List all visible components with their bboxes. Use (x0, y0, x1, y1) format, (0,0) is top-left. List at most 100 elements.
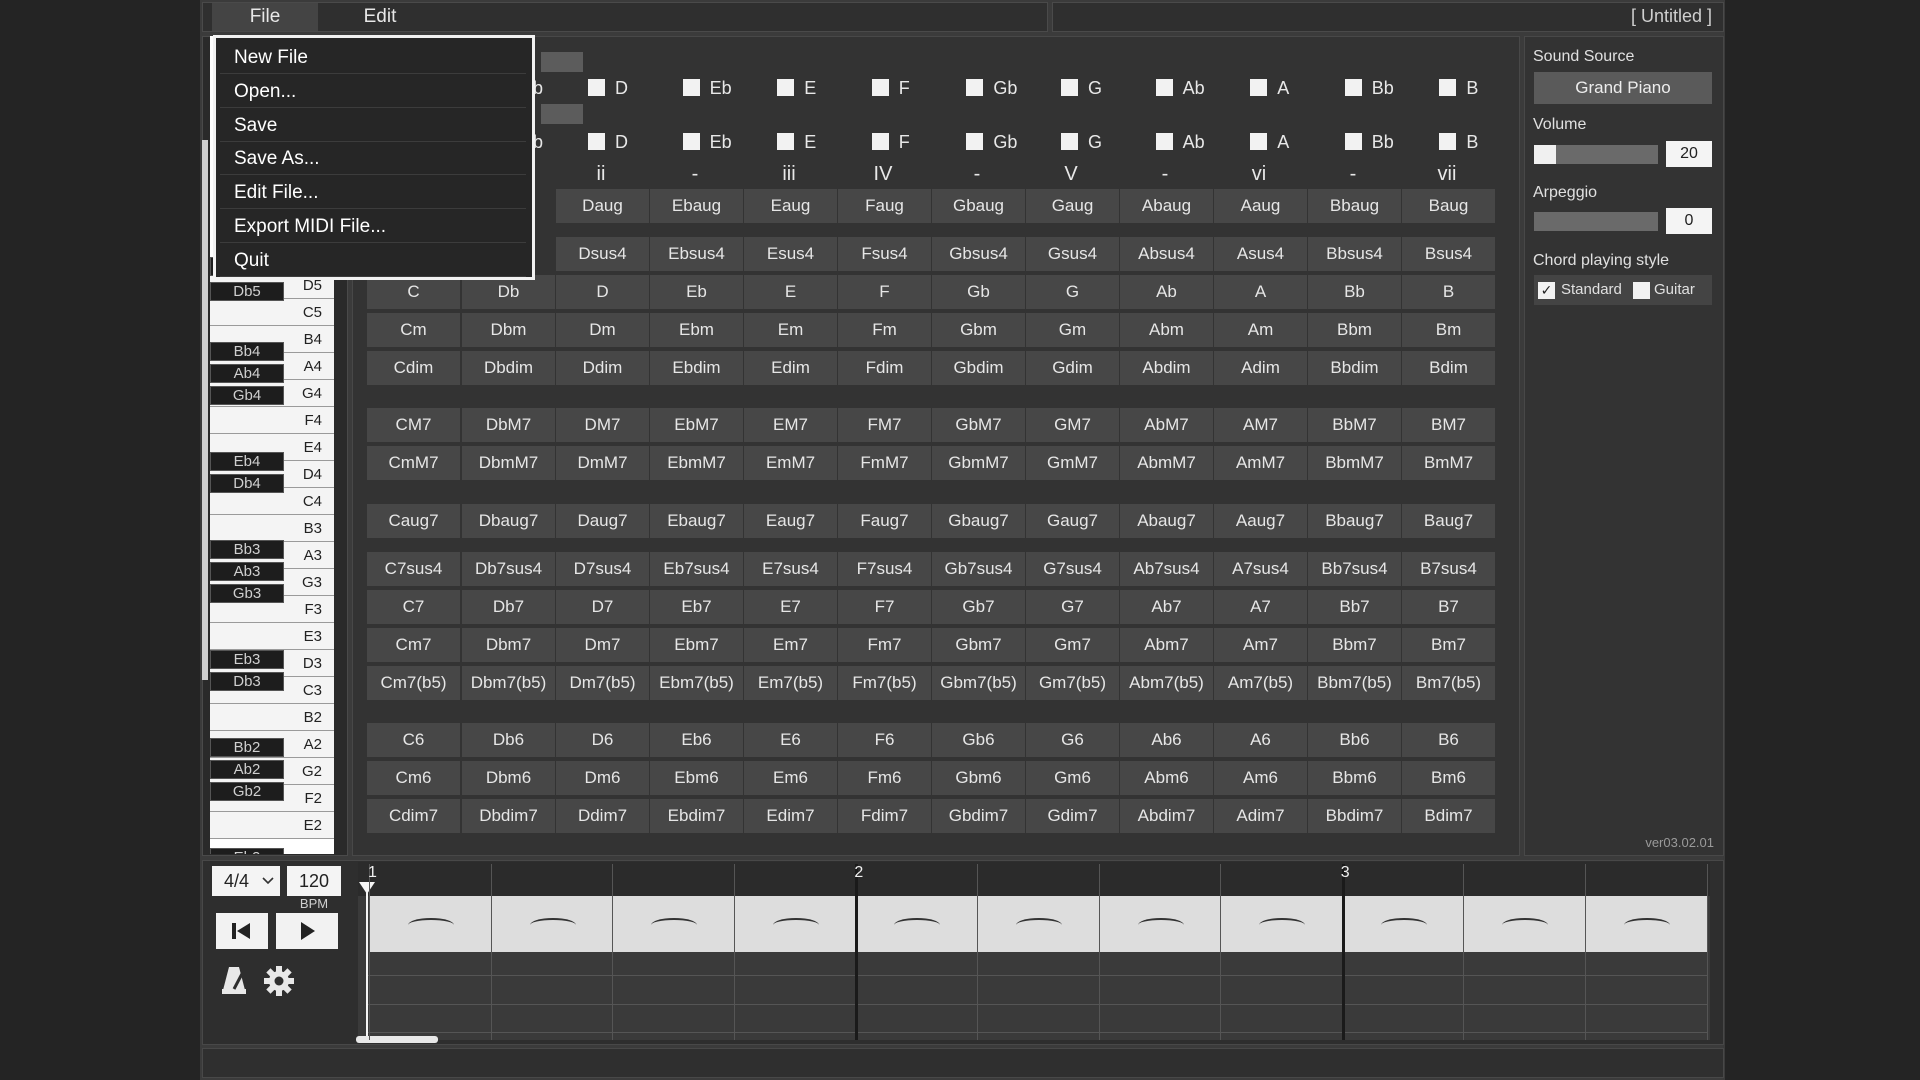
chord-button[interactable]: Db7sus4 (462, 552, 555, 586)
chord-button[interactable]: Ebaug (650, 189, 743, 223)
sequencer-slot[interactable] (370, 896, 492, 952)
chord-button[interactable]: Cm7(b5) (367, 666, 460, 700)
timeline-ruler[interactable] (358, 862, 1710, 896)
chord-button[interactable]: EmM7 (744, 446, 837, 480)
arpeggio-value[interactable]: 0 (1666, 208, 1712, 234)
chord-button[interactable]: Fdim (838, 351, 931, 385)
chord-button[interactable]: Faug7 (838, 504, 931, 538)
chord-button[interactable]: Em (744, 313, 837, 347)
black-key-gb4[interactable]: Gb4 (210, 386, 284, 405)
chord-button[interactable]: EbM7 (650, 408, 743, 442)
key-checkbox[interactable] (1061, 133, 1078, 150)
chord-button[interactable]: Adim (1214, 351, 1307, 385)
black-key-eb2[interactable]: Eb2 (210, 848, 284, 854)
chord-button[interactable]: Caug7 (367, 504, 460, 538)
chord-button[interactable]: Abm (1120, 313, 1213, 347)
chord-button[interactable]: B (1402, 275, 1495, 309)
chord-button[interactable]: GmM7 (1026, 446, 1119, 480)
chord-button[interactable]: Bdim7 (1402, 799, 1495, 833)
chord-button[interactable]: Cm7 (367, 628, 460, 662)
chord-button[interactable]: Gb7 (932, 590, 1025, 624)
chord-button[interactable]: Ebdim (650, 351, 743, 385)
file-menu-item-export-midi-file[interactable]: Export MIDI File... (220, 210, 526, 243)
sequencer-slot[interactable] (734, 896, 857, 952)
sequencer-slot[interactable] (856, 896, 978, 952)
chord-button[interactable]: B7 (1402, 590, 1495, 624)
chord-button[interactable]: C7sus4 (367, 552, 460, 586)
chord-button[interactable]: Abaug (1120, 189, 1213, 223)
chord-button[interactable]: DbmM7 (462, 446, 555, 480)
chord-button[interactable]: Dm7(b5) (556, 666, 649, 700)
key-toggle-g[interactable]: G (1061, 76, 1102, 100)
chord-button[interactable]: Edim (744, 351, 837, 385)
chord-button[interactable]: E7 (744, 590, 837, 624)
chord-button[interactable]: Bbm7 (1308, 628, 1401, 662)
file-menu-item-save-as[interactable]: Save As... (220, 142, 526, 176)
chord-button[interactable]: Baug (1402, 189, 1495, 223)
chord-button[interactable]: B6 (1402, 723, 1495, 757)
key-toggle-ab[interactable]: Ab (1155, 130, 1205, 154)
sequencer-slot[interactable] (1464, 896, 1586, 952)
key-toggle-gb[interactable]: Gb (966, 130, 1017, 154)
chord-button[interactable]: Dbaug7 (462, 504, 555, 538)
chord-button[interactable]: Gbaug7 (932, 504, 1025, 538)
chord-button[interactable]: Ebm7(b5) (650, 666, 743, 700)
chord-button[interactable]: Abdim7 (1120, 799, 1213, 833)
playhead-marker-icon[interactable] (359, 882, 375, 896)
chord-button[interactable]: Em7 (744, 628, 837, 662)
playhead[interactable] (366, 884, 368, 1040)
key-toggle-f[interactable]: F (871, 130, 910, 154)
chord-button[interactable]: D (556, 275, 649, 309)
chord-button[interactable]: Aaug7 (1214, 504, 1307, 538)
chord-button[interactable]: Bm7 (1402, 628, 1495, 662)
chord-button[interactable]: Gbdim (932, 351, 1025, 385)
key-toggle-gb[interactable]: Gb (966, 76, 1017, 100)
black-key-bb3[interactable]: Bb3 (210, 540, 284, 559)
chord-button[interactable]: Baug7 (1402, 504, 1495, 538)
chord-button[interactable]: Bsus4 (1402, 237, 1495, 271)
chord-button[interactable]: Abm7(b5) (1120, 666, 1213, 700)
key-toggle-b[interactable]: B (1439, 130, 1478, 154)
black-key-ab3[interactable]: Ab3 (210, 562, 284, 581)
chord-button[interactable]: Am (1214, 313, 1307, 347)
chord-button[interactable]: Cdim (367, 351, 460, 385)
key-toggle-a[interactable]: A (1250, 76, 1289, 100)
chord-button[interactable]: A (1214, 275, 1307, 309)
black-key-ab4[interactable]: Ab4 (210, 364, 284, 383)
arpeggio-slider[interactable] (1534, 212, 1658, 231)
chord-button[interactable]: Gm7 (1026, 628, 1119, 662)
chord-button[interactable]: AM7 (1214, 408, 1307, 442)
chord-button[interactable]: Db7 (462, 590, 555, 624)
key-toggle-ab[interactable]: Ab (1155, 76, 1205, 100)
chord-button[interactable]: Em7(b5) (744, 666, 837, 700)
sequencer-slot[interactable] (491, 896, 614, 952)
chord-button[interactable]: FM7 (838, 408, 931, 442)
sound-source-button[interactable]: Grand Piano (1534, 72, 1712, 104)
chord-button[interactable]: Am7 (1214, 628, 1307, 662)
file-menu-item-quit[interactable]: Quit (220, 244, 526, 277)
key-checkbox[interactable] (1155, 79, 1173, 96)
chord-button[interactable]: Fm6 (838, 761, 931, 795)
chord-button[interactable]: Ebm (650, 313, 743, 347)
key-checkbox[interactable] (871, 133, 889, 150)
chord-button[interactable]: Eb7sus4 (650, 552, 743, 586)
chord-button[interactable]: Bdim (1402, 351, 1495, 385)
chord-button[interactable]: G (1026, 275, 1119, 309)
rewind-button[interactable] (216, 913, 268, 949)
volume-value[interactable]: 20 (1666, 141, 1712, 167)
black-key-db3[interactable]: Db3 (210, 672, 284, 691)
key-checkbox[interactable] (1061, 79, 1078, 96)
chord-button[interactable]: E (744, 275, 837, 309)
chord-button[interactable]: Abm7 (1120, 628, 1213, 662)
chord-button[interactable]: F7 (838, 590, 931, 624)
chord-button[interactable]: Abaug7 (1120, 504, 1213, 538)
chord-button[interactable]: Gbaug (932, 189, 1025, 223)
chord-button[interactable]: Eb6 (650, 723, 743, 757)
chord-button[interactable]: Ab7 (1120, 590, 1213, 624)
settings-button[interactable] (262, 964, 296, 998)
chord-button[interactable]: Abdim (1120, 351, 1213, 385)
chord-button[interactable]: Gbm7(b5) (932, 666, 1025, 700)
key-checkbox[interactable] (1344, 79, 1362, 96)
chord-button[interactable]: Gaug (1026, 189, 1119, 223)
black-key-eb3[interactable]: Eb3 (210, 650, 284, 669)
